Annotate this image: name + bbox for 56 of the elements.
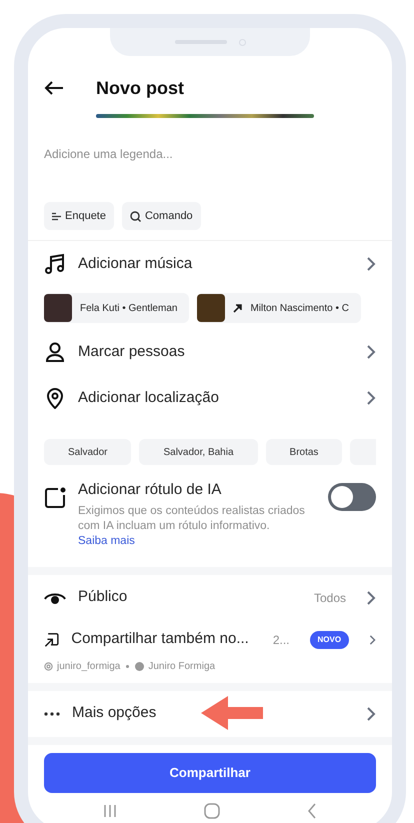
chevron-right-icon (366, 390, 376, 406)
more-dots-icon (44, 712, 60, 716)
account-name: Juniro Formiga (148, 660, 216, 674)
chevron-right-icon (366, 256, 376, 272)
menu-row-label: Mais opções (72, 703, 156, 724)
music-note-icon (44, 253, 66, 275)
menu-row-label: Adicionar localização (78, 388, 219, 408)
caption-tool-chip[interactable]: Enquete (44, 202, 114, 230)
caption-field[interactable]: Adicione uma legenda... (44, 140, 376, 168)
chevron-right-icon (366, 706, 376, 722)
person-icon (44, 341, 66, 363)
location-chip[interactable]: Salvador (44, 439, 132, 465)
audience-value: Todos (314, 590, 346, 606)
menu-row-label: Marcar pessoas (78, 342, 185, 362)
at-sign-icon (44, 662, 53, 671)
menu-row[interactable]: Público Todos (44, 574, 376, 620)
song-label: Fela Kuti • Gentleman (80, 302, 178, 316)
menu-row[interactable]: Compartilhar também no... 2... NOVO (44, 620, 376, 658)
pointer-arrow-icon (201, 696, 263, 730)
location-pin-icon (44, 387, 66, 409)
ai-label-description: Exigimos que os conteúdos realistas criados com IA incluam um rótulo informativo. Saiba mais (78, 504, 306, 548)
account-name: juniro_formiga (57, 660, 120, 674)
album-cover-placeholder (197, 294, 226, 322)
separator-dot-icon (126, 665, 130, 668)
menu-row-label: Compartilhar também no... (71, 629, 249, 650)
page-title: Novo post (96, 76, 184, 100)
ai-label-toggle[interactable] (328, 483, 376, 511)
share-button[interactable]: Compartilhar (44, 752, 376, 792)
home-icon[interactable] (204, 802, 220, 818)
recent-apps-icon[interactable] (103, 804, 118, 818)
back-arrow-icon[interactable] (44, 80, 64, 96)
new-badge: NOVO (310, 630, 350, 648)
song-chip[interactable]: Milton Nascimento • C (197, 293, 361, 323)
list-icon (52, 212, 61, 220)
back-icon[interactable] (306, 802, 317, 818)
label-square-icon (44, 487, 66, 509)
share-count: 2... (272, 632, 290, 648)
song-label: Milton Nascimento • C (250, 302, 349, 316)
ai-label-title: Adicionar rótulo de IA (78, 480, 222, 500)
caption-tool-chip[interactable]: Comando (122, 202, 201, 230)
song-chip[interactable]: Fela Kuti • Gentleman (44, 293, 190, 323)
menu-row[interactable]: Adicionar música (44, 241, 376, 287)
learn-more-link[interactable]: Saiba mais (78, 534, 135, 546)
album-cover-placeholder (44, 294, 72, 322)
menu-row-label: Público (78, 587, 128, 608)
facebook-icon (135, 662, 144, 671)
location-chip[interactable]: Brotas (266, 439, 342, 465)
location-chip[interactable]: Salvador, Bahia (139, 439, 258, 465)
menu-row[interactable]: Mais opções (44, 690, 376, 736)
arrow-up-right-icon (233, 304, 242, 312)
menu-row[interactable]: Adicionar localização (44, 375, 376, 421)
chevron-right-icon (366, 590, 376, 606)
menu-row-label: Adicionar música (78, 254, 192, 274)
menu-row[interactable]: Marcar pessoas (44, 329, 376, 375)
search-icon (130, 210, 141, 222)
chevron-right-icon (366, 344, 376, 360)
